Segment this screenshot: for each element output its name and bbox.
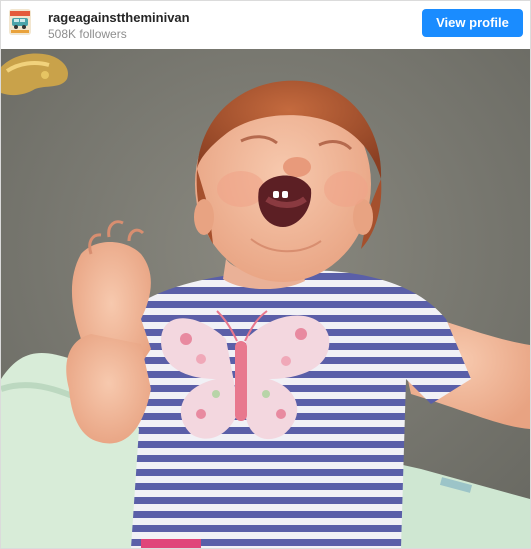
profile-avatar[interactable] xyxy=(9,9,31,35)
post-photo[interactable] xyxy=(1,49,530,548)
instagram-embed: rageagainsttheminivan 508K followers Vie… xyxy=(0,0,531,549)
view-profile-button[interactable]: View profile xyxy=(422,9,523,37)
follower-count: 508K followers xyxy=(48,27,127,41)
minivan-avatar-icon xyxy=(9,9,31,35)
username-link[interactable]: rageagainsttheminivan xyxy=(48,10,190,25)
crying-baby-photo xyxy=(1,49,530,548)
post-header: rageagainsttheminivan 508K followers Vie… xyxy=(1,1,530,49)
